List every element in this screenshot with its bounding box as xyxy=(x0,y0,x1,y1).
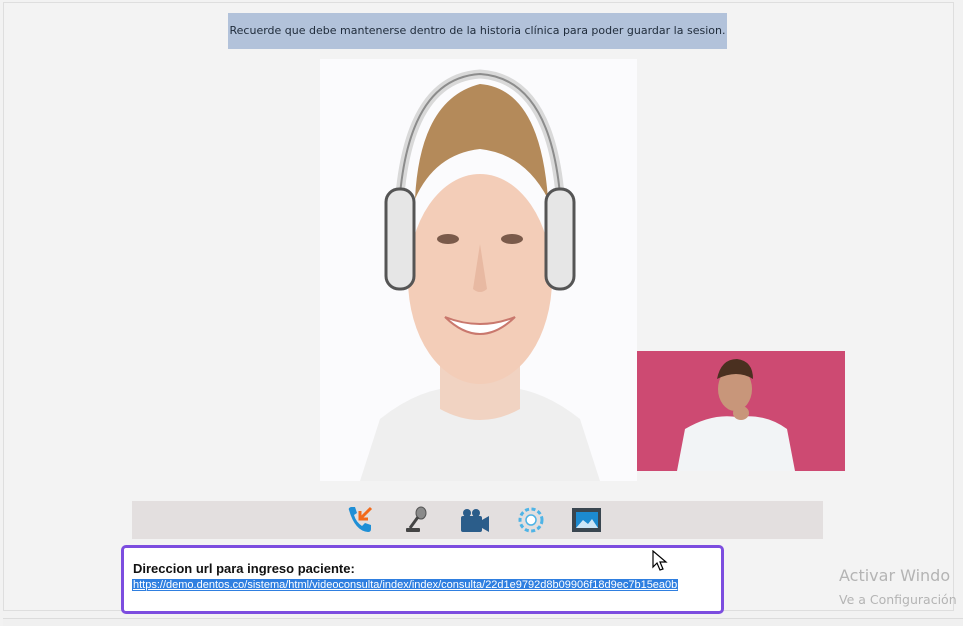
microphone-icon xyxy=(406,506,427,532)
microphone-button[interactable] xyxy=(401,504,433,536)
local-video xyxy=(637,351,845,471)
windows-activation-subtitle: Ve a Configuración xyxy=(839,592,957,607)
session-notice-banner: Recuerde que debe mantenerse dentro de l… xyxy=(228,13,727,49)
remote-video xyxy=(320,59,637,481)
settings-gear-icon xyxy=(518,507,544,533)
mouse-cursor-icon xyxy=(652,550,668,571)
phone-hangup-button[interactable] xyxy=(345,504,377,536)
phone-hangup-icon xyxy=(348,506,373,532)
windows-activation-title: Activar Windo xyxy=(839,566,951,585)
call-controls-toolbar xyxy=(132,501,823,539)
patient-url-link[interactable]: https://demo.dentos.co/sistema/html/vide… xyxy=(132,579,679,591)
video-camera-button[interactable] xyxy=(459,504,491,536)
local-participant-image xyxy=(637,351,845,471)
remote-participant-image xyxy=(360,69,600,481)
patient-url-box: Direccion url para ingreso paciente: htt… xyxy=(121,545,724,614)
image-gallery-icon xyxy=(572,508,601,532)
patient-url-label: Direccion url para ingreso paciente: xyxy=(133,561,355,576)
image-gallery-button[interactable] xyxy=(571,504,603,536)
settings-button[interactable] xyxy=(515,504,547,536)
video-camera-icon xyxy=(461,509,489,532)
